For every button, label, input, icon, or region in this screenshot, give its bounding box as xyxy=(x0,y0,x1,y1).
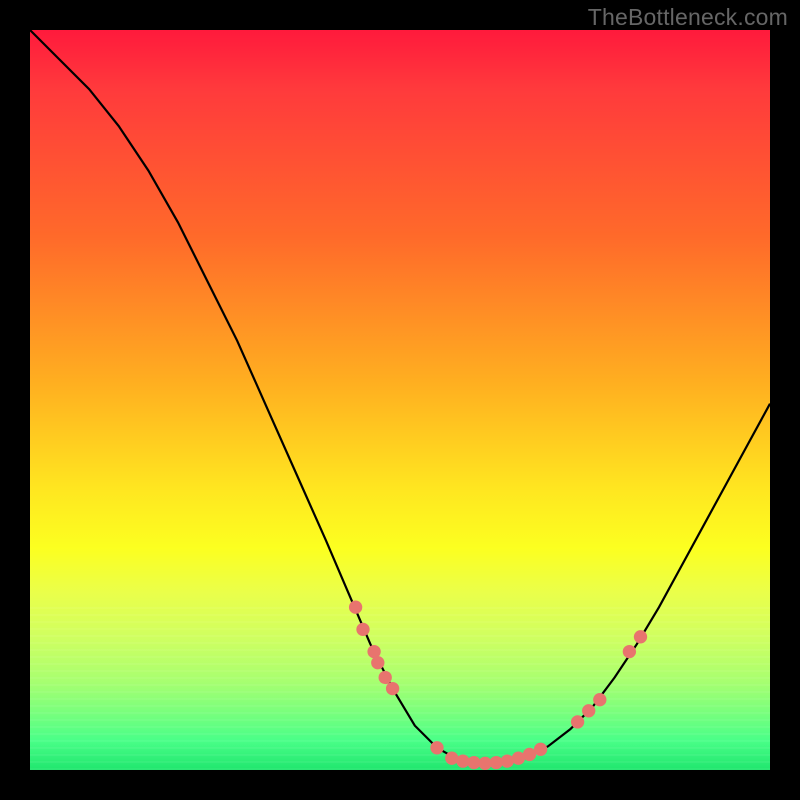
data-point xyxy=(430,741,443,754)
data-point xyxy=(582,704,595,717)
bottleneck-curve xyxy=(30,30,770,764)
data-point xyxy=(593,693,606,706)
data-points-group xyxy=(349,601,647,770)
data-point xyxy=(386,682,399,695)
data-point xyxy=(623,645,636,658)
data-point xyxy=(571,715,584,728)
data-point xyxy=(356,623,369,636)
plot-area xyxy=(30,30,770,770)
attribution-text: TheBottleneck.com xyxy=(588,4,788,31)
data-point xyxy=(371,656,384,669)
data-point xyxy=(534,743,547,756)
data-point xyxy=(379,671,392,684)
chart-svg xyxy=(30,30,770,770)
data-point xyxy=(634,630,647,643)
data-point xyxy=(349,601,362,614)
chart-container: TheBottleneck.com xyxy=(0,0,800,800)
